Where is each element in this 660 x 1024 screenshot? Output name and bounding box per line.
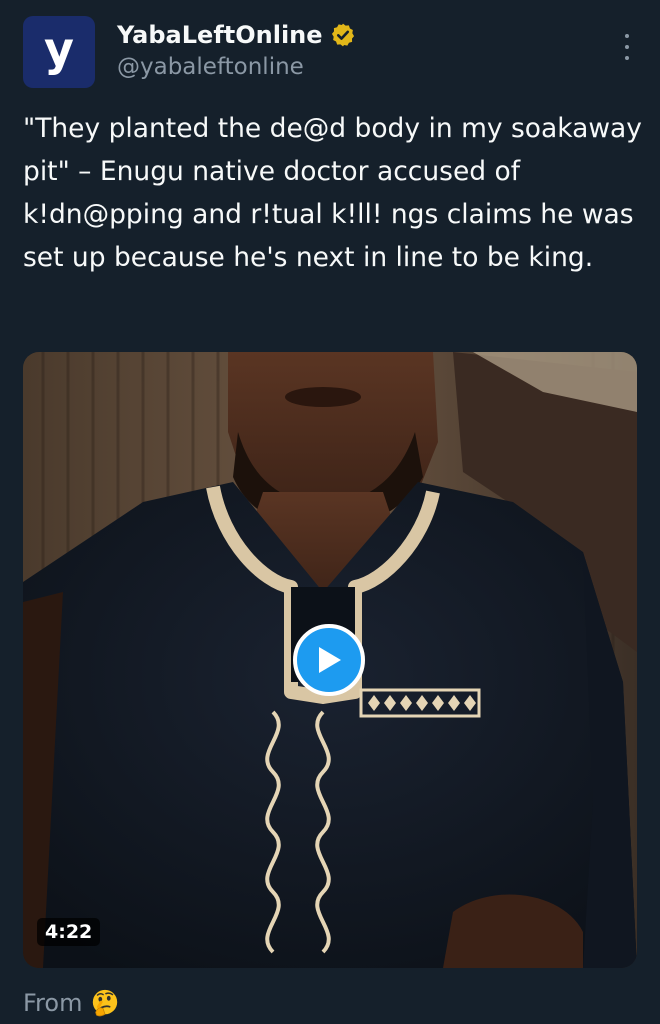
- tweet-card: y YabaLeftOnline @yabaleftonline "They p…: [0, 0, 660, 1024]
- attribution-row: From: [23, 988, 120, 1018]
- play-icon: [319, 647, 341, 673]
- video-duration-badge: 4:22: [37, 918, 101, 946]
- verified-badge-icon[interactable]: [330, 22, 356, 48]
- display-name[interactable]: YabaLeftOnline: [117, 21, 323, 49]
- video-player[interactable]: 4:22: [23, 352, 637, 968]
- tweet-text: "They planted the de@d body in my soakaw…: [23, 113, 642, 273]
- author-name-row: YabaLeftOnline: [117, 21, 356, 49]
- avatar[interactable]: y: [23, 16, 95, 88]
- thinking-face-icon: [93, 989, 118, 1017]
- more-options-icon[interactable]: [624, 34, 630, 60]
- author-handle[interactable]: @yabaleftonline: [117, 54, 304, 80]
- from-label: From: [23, 989, 83, 1017]
- play-button[interactable]: [293, 624, 365, 696]
- avatar-logo: y: [44, 22, 74, 76]
